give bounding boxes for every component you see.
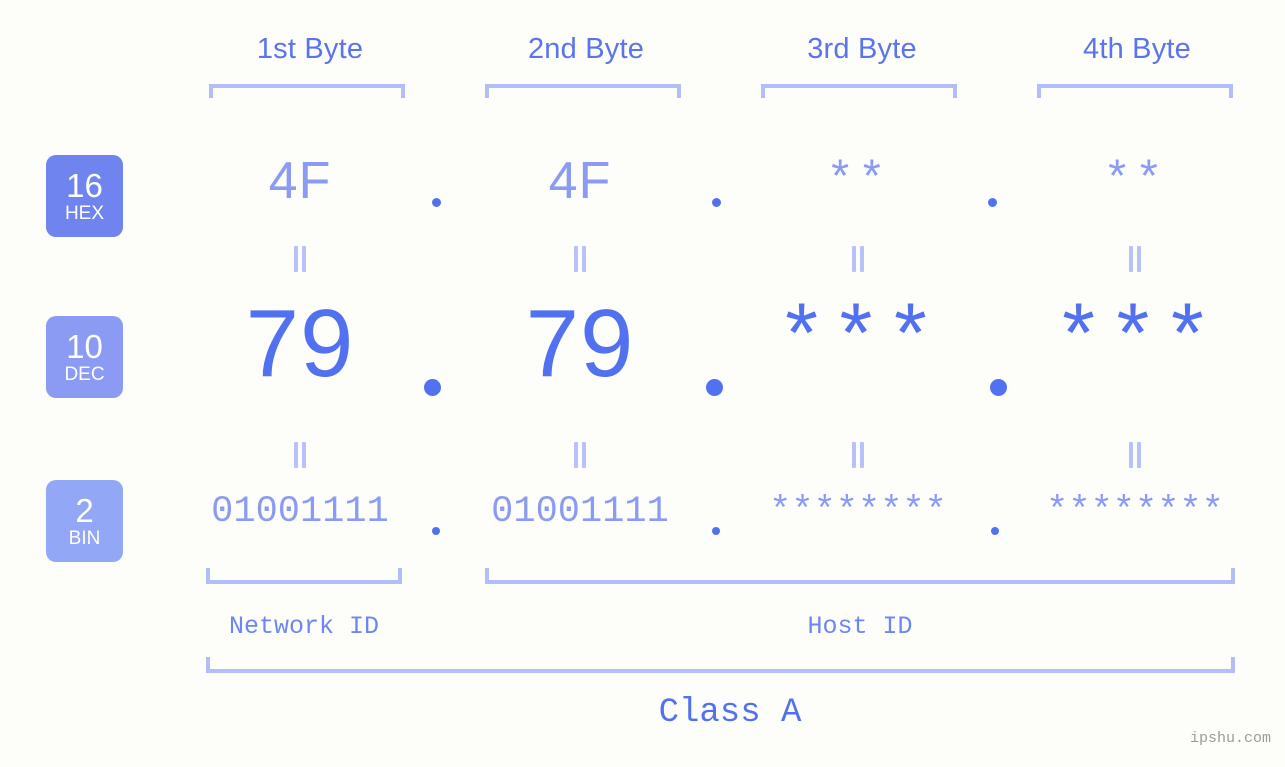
bin-separator-dot-1 [432, 527, 440, 535]
dec-byte-4: *** [1053, 296, 1217, 391]
bin-byte-3: ******** [769, 491, 947, 533]
dec-byte-3: *** [776, 296, 940, 391]
class-label: Class A [658, 694, 802, 732]
hex-byte-4: ** [1103, 155, 1167, 207]
byte-bracket-1 [209, 84, 405, 98]
base-badge-hex: 16 HEX [46, 155, 123, 237]
hex-byte-2: 4F [548, 152, 612, 210]
equality-mark-hex-dec-1 [293, 246, 308, 272]
bin-byte-1: 01001111 [211, 491, 389, 533]
hex-byte-1: 4F [268, 152, 332, 210]
host-id-bracket [485, 568, 1235, 584]
equality-mark-hex-dec-2 [573, 246, 588, 272]
base-badge-bin-abbr: BIN [68, 528, 101, 549]
byte-bracket-2 [485, 84, 681, 98]
hex-separator-dot-3 [988, 198, 997, 207]
ip-address-class-diagram: 1st Byte 2nd Byte 3rd Byte 4th Byte 16 H… [0, 0, 1285, 767]
byte-bracket-4 [1037, 84, 1233, 98]
equality-mark-dec-bin-3 [851, 442, 866, 468]
dec-separator-dot-2 [706, 379, 723, 396]
hex-byte-3: ** [826, 155, 890, 207]
class-bracket [206, 657, 1235, 673]
base-badge-dec-abbr: DEC [64, 364, 105, 385]
network-id-bracket [206, 568, 402, 584]
equality-mark-dec-bin-4 [1128, 442, 1143, 468]
bin-byte-4: ******** [1046, 491, 1224, 533]
equality-mark-hex-dec-4 [1128, 246, 1143, 272]
host-id-label: Host ID [807, 612, 913, 641]
network-id-label: Network ID [228, 612, 380, 641]
dec-separator-dot-3 [990, 379, 1007, 396]
watermark: ipshu.com [1189, 730, 1271, 747]
hex-separator-dot-1 [432, 198, 441, 207]
base-badge-dec: 10 DEC [46, 316, 123, 398]
bin-separator-dot-3 [991, 527, 999, 535]
byte-header-4: 4th Byte [1083, 33, 1191, 65]
hex-separator-dot-2 [712, 198, 721, 207]
base-badge-bin-number: 2 [75, 492, 94, 529]
equality-mark-dec-bin-2 [573, 442, 588, 468]
base-badge-bin: 2 BIN [46, 480, 123, 562]
bin-byte-2: 01001111 [491, 491, 669, 533]
dec-byte-2: 79 [525, 290, 635, 397]
byte-header-2: 2nd Byte [527, 33, 645, 65]
base-badge-hex-abbr: HEX [64, 203, 105, 224]
bin-separator-dot-2 [712, 527, 720, 535]
equality-mark-hex-dec-3 [851, 246, 866, 272]
dec-separator-dot-1 [424, 379, 441, 396]
base-badge-hex-number: 16 [66, 167, 103, 204]
base-badge-dec-number: 10 [66, 328, 103, 365]
byte-bracket-3 [761, 84, 957, 98]
equality-mark-dec-bin-1 [293, 442, 308, 468]
byte-header-1: 1st Byte [256, 33, 364, 65]
dec-byte-1: 79 [245, 290, 355, 397]
byte-header-3: 3rd Byte [807, 33, 917, 65]
